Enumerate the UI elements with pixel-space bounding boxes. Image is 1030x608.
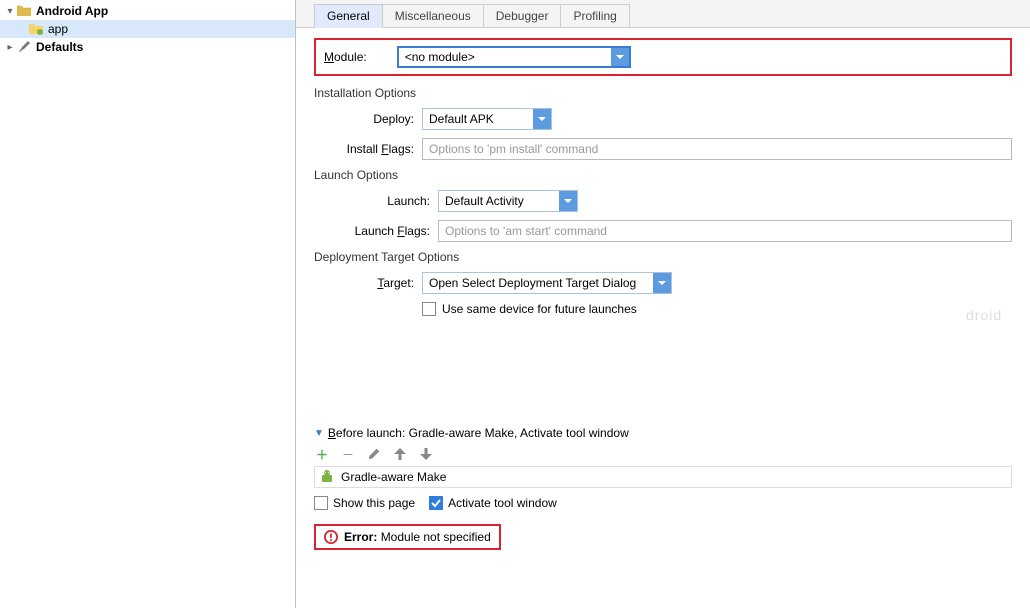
remove-button[interactable]: － [340,446,356,462]
tabs: General Miscellaneous Debugger Profiling [296,0,1030,28]
edit-button[interactable] [366,446,382,462]
target-select[interactable]: Open Select Deployment Target Dialog [422,272,672,294]
folder-icon [28,21,44,37]
tab-general[interactable]: General [314,4,383,28]
checkbox-checked-icon [429,496,443,510]
show-this-page-checkbox[interactable]: Show this page [314,496,415,510]
tab-profiling[interactable]: Profiling [560,4,629,27]
install-flags-input[interactable] [422,138,1012,160]
main-panel: droid General Miscellaneous Debugger Pro… [296,0,1030,608]
module-label: Module: [324,50,367,64]
collapse-icon[interactable]: ▼ [314,428,324,439]
chevron-down-icon [611,48,629,66]
tab-miscellaneous[interactable]: Miscellaneous [382,4,484,27]
launch-row: Launch: Default Activity [334,190,1012,212]
move-down-button[interactable] [418,446,434,462]
deploy-row: Deploy: Default APK [334,108,1012,130]
chevron-down-icon [559,191,577,211]
move-up-button[interactable] [392,446,408,462]
error-text: Error: Module not specified [344,530,491,544]
folder-open-icon [16,3,32,19]
install-flags-label: Install Flags: [334,142,422,156]
activate-tool-checkbox[interactable]: Activate tool window [429,496,557,510]
module-select[interactable]: <no module> [397,46,631,68]
checkbox-icon [422,302,436,316]
tree-item-app[interactable]: app [0,20,295,38]
deploy-select[interactable]: Default APK [422,108,552,130]
chevron-down-icon [533,109,551,129]
tree-item-android-app[interactable]: ▾ Android App [0,2,295,20]
tree-item-defaults[interactable]: ▸ Defaults [0,38,295,56]
module-row: Module: <no module> [314,38,1012,76]
chevron-down-icon [653,273,671,293]
sidebar: ▾ Android App app ▸ Defaults [0,0,296,608]
installation-legend: Installation Options [314,86,1012,100]
install-flags-row: Install Flags: [334,138,1012,160]
tree-label: Defaults [36,39,83,55]
before-launch-header: ▼ Before launch: Gradle-aware Make, Acti… [314,426,1012,440]
tree-label: app [48,21,68,37]
launch-label: Launch: [334,194,438,208]
expand-icon[interactable]: ▸ [4,42,16,53]
before-launch-toolbar: ＋ － [314,446,1012,462]
error-row: Error: Module not specified [314,524,501,550]
launch-flags-label: Launch Flags: [334,224,438,238]
add-button[interactable]: ＋ [314,446,330,462]
deployment-legend: Deployment Target Options [314,250,1012,264]
tree-label: Android App [36,3,108,19]
target-label: Target: [334,276,422,290]
use-same-device-checkbox[interactable]: Use same device for future launches [422,302,637,316]
use-same-device-row: Use same device for future launches [334,302,1012,316]
launch-legend: Launch Options [314,168,1012,182]
error-icon [324,530,338,544]
tab-debugger[interactable]: Debugger [483,4,562,27]
android-icon [319,469,335,485]
bottom-checks: Show this page Activate tool window [314,496,1012,510]
tab-content: Module: <no module> Installation Options… [296,28,1030,608]
checkbox-icon [314,496,328,510]
wrench-icon [16,39,32,55]
expand-icon[interactable]: ▾ [4,6,16,17]
launch-select[interactable]: Default Activity [438,190,578,212]
target-row: Target: Open Select Deployment Target Di… [334,272,1012,294]
before-launch-list-item[interactable]: Gradle-aware Make [314,466,1012,488]
launch-flags-row: Launch Flags: [334,220,1012,242]
before-launch-section: ▼ Before launch: Gradle-aware Make, Acti… [314,426,1012,550]
launch-flags-input[interactable] [438,220,1012,242]
deploy-label: Deploy: [334,112,422,126]
